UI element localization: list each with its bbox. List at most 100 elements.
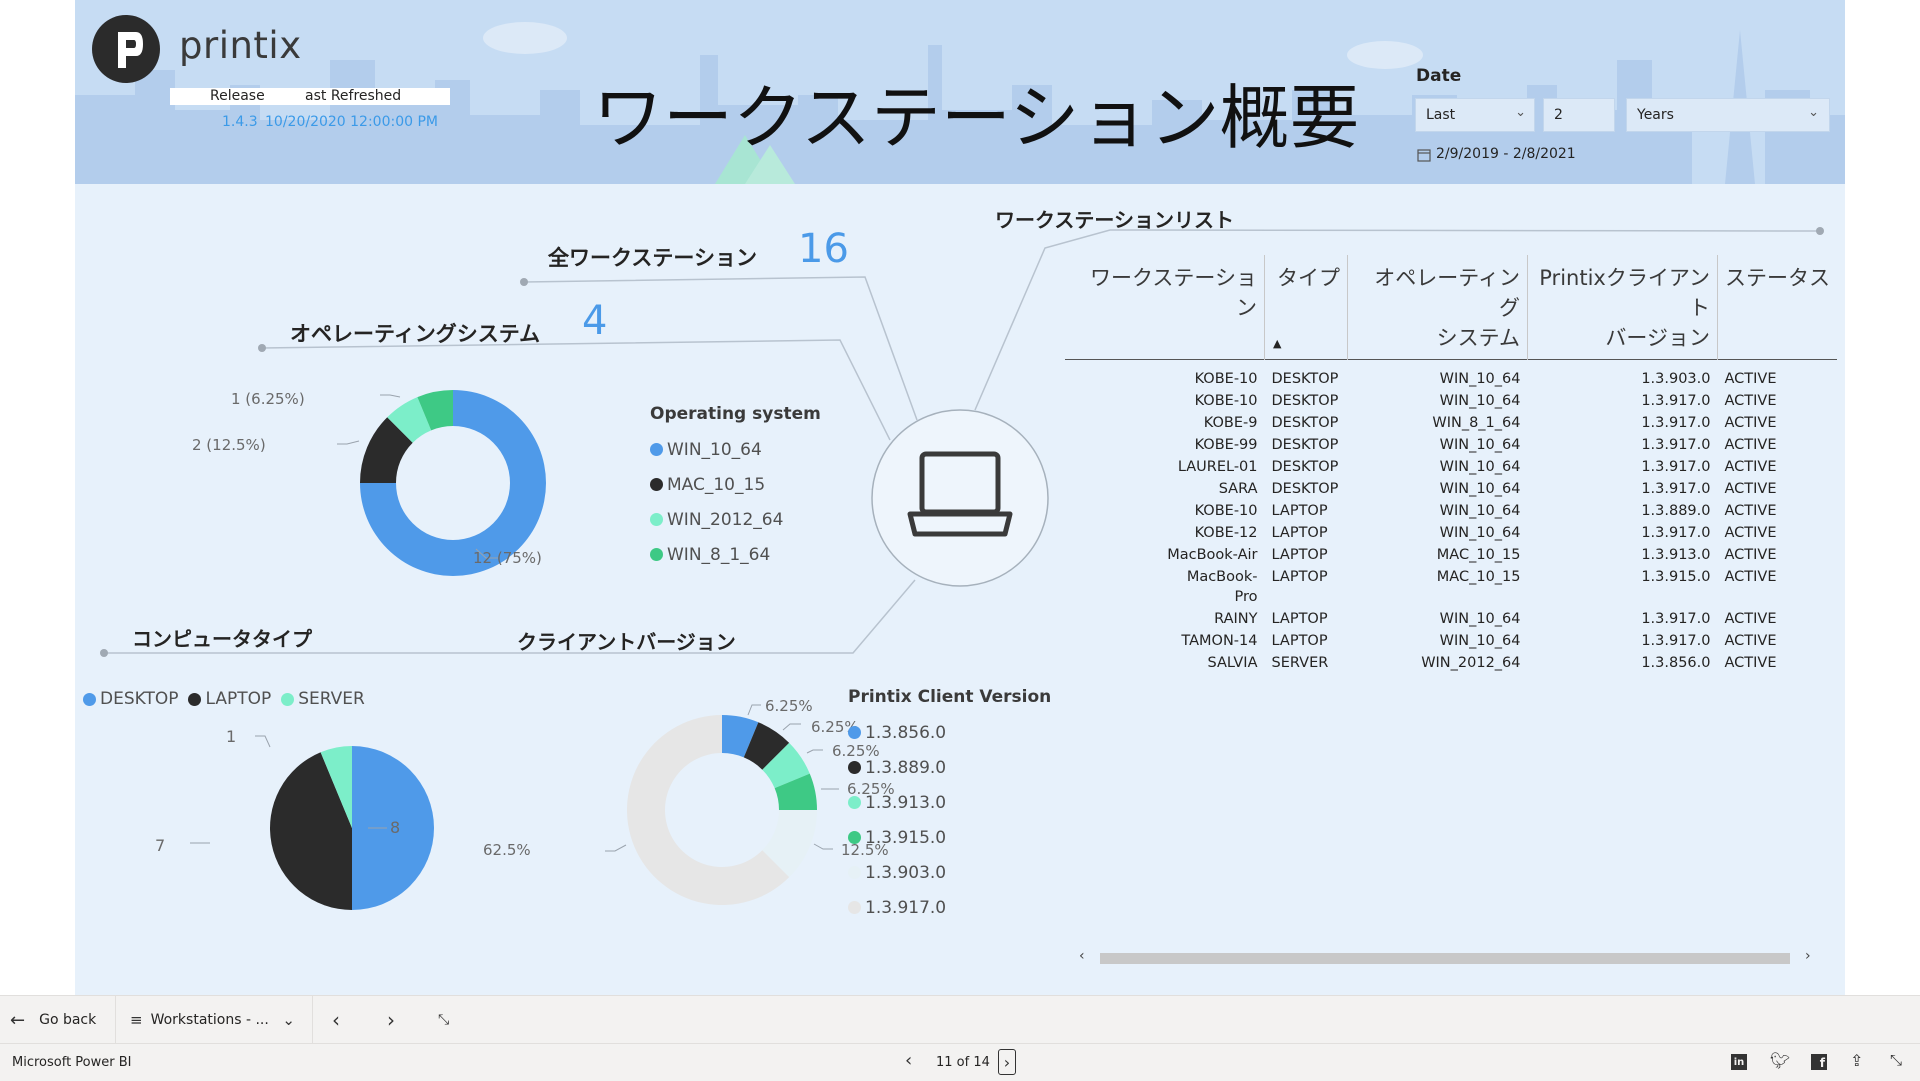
table-row[interactable]: KOBE-10 DESKTOP WIN_10_64 1.3.917.0 ACTIVE [1065,390,1837,412]
page-selector-dropdown[interactable]: ≡ Workstations - ... ⌄ [130,996,295,1044]
report-navigation-bar: ← Go back ≡ Workstations - ... ⌄ ‹ › ⤡ [0,995,1920,1044]
laptop-icon [907,451,1013,537]
workstation-table-container: ワークステーション タイプ ▲ オペレーティング システム Printixクライア… [1065,255,1840,955]
table-row[interactable]: KOBE-9 DESKTOP WIN_8_1_64 1.3.917.0 ACTIVE [1065,412,1837,434]
version-legend-item[interactable]: 1.3.917.0 [848,890,946,925]
table-row[interactable]: LAUREL-01 DESKTOP WIN_10_64 1.3.917.0 ACTIVE [1065,456,1837,478]
type-label-laptop: 7 [155,836,166,855]
legend-dot-icon [848,796,861,809]
section-workstation-list-label: ワークステーションリスト [995,208,1234,232]
legend-dot-icon [188,692,202,706]
exit-fullscreen-icon[interactable]: ⤡ [1890,1051,1902,1069]
kpi-all-workstations-label: 全ワークステーション [548,246,757,270]
report-canvas: printix Release ast Refreshed 1.4.3 10/2… [75,0,1845,995]
column-header-workstation[interactable]: ワークステーション [1065,255,1265,360]
scroll-left-icon[interactable]: ‹ [1079,948,1085,964]
table-row[interactable]: KOBE-10 LAPTOP WIN_10_64 1.3.889.0 ACTIVE [1065,500,1837,522]
collapse-icon: ⤡ [438,1012,450,1028]
exit-fullscreen-button[interactable]: ⤡ [438,996,449,1044]
app-name-label: Microsoft Power BI [12,1055,132,1070]
twitter-icon[interactable]: 🐦︎ [1770,1051,1790,1070]
legend-dot-icon [650,513,663,526]
chevron-left-icon: ‹ [905,1050,913,1071]
kpi-all-workstations-value: 16 [798,226,849,272]
type-legend: DESKTOP LAPTOP SERVER [83,689,365,709]
column-header-version[interactable]: Printixクライアント バージョン [1527,255,1718,360]
version-legend-item[interactable]: 1.3.915.0 [848,820,946,855]
column-header-os[interactable]: オペレーティング システム [1347,255,1528,360]
table-horizontal-scrollbar[interactable]: ‹ › [1075,948,1835,968]
os-legend-item[interactable]: WIN_8_1_64 [650,537,783,572]
legend-dot-icon [848,831,861,844]
next-page-button[interactable]: › [387,996,395,1044]
legend-dot-icon [848,901,861,914]
legend-dot-icon [650,548,663,561]
os-label-win2012: 1 (6.25%) [231,390,305,408]
kpi-os-value: 4 [582,298,608,344]
workstation-table: ワークステーション タイプ ▲ オペレーティング システム Printixクライア… [1065,255,1837,674]
table-row[interactable]: MacBook-Air LAPTOP MAC_10_15 1.3.913.0 ACTIV… [1065,544,1837,566]
type-pie-slices [270,746,434,910]
linkedin-icon[interactable]: in [1731,1054,1747,1070]
table-header-row: ワークステーション タイプ ▲ オペレーティング システム Printixクライア… [1065,255,1837,360]
legend-dot-icon [848,866,861,879]
version-label-856: 6.25% [765,697,813,715]
status-next-page-button[interactable]: › [998,1049,1016,1075]
type-legend-item[interactable]: LAPTOP [188,689,271,709]
os-label-mac: 2 (12.5%) [192,436,266,454]
os-legend-item[interactable]: MAC_10_15 [650,467,783,502]
section-computer-type-label: コンピュータタイプ [132,627,312,651]
table-row[interactable]: KOBE-12 LAPTOP WIN_10_64 1.3.917.0 ACTIVE [1065,522,1837,544]
list-icon: ≡ [130,1011,143,1029]
legend-dot-icon [650,443,663,456]
legend-dot-icon [650,478,663,491]
version-legend: 1.3.856.0 1.3.889.0 1.3.913.0 1.3.915.0 … [848,715,946,925]
table-row[interactable]: KOBE-99 DESKTOP WIN_10_64 1.3.917.0 ACTIVE [1065,434,1837,456]
facebook-icon[interactable]: f [1811,1054,1827,1070]
chevron-right-icon: › [1003,1052,1011,1072]
scrollbar-thumb[interactable] [1100,953,1790,964]
column-header-type[interactable]: タイプ ▲ [1264,255,1348,360]
os-label-win10: 12 (75%) [473,549,542,567]
version-label-917: 62.5% [483,841,531,859]
legend-dot-icon [83,692,96,706]
chevron-right-icon: › [387,1008,395,1032]
legend-dot-icon [848,761,861,774]
version-legend-title: Printix Client Version [848,687,1052,707]
type-pie-chart [190,735,434,910]
type-label-desktop: 8 [390,818,401,837]
page-indicator: 11 of 14 [936,1055,990,1070]
version-legend-item[interactable]: 1.3.913.0 [848,785,946,820]
previous-page-button[interactable]: ‹ [332,996,340,1044]
version-legend-item[interactable]: 1.3.889.0 [848,750,946,785]
version-legend-item[interactable]: 1.3.856.0 [848,715,946,750]
arrow-left-icon: ← [10,1009,26,1031]
table-row[interactable]: MacBook-Pro LAPTOP MAC_10_15 1.3.915.0 ACTIV… [1065,566,1837,608]
column-header-status[interactable]: ステータス [1718,255,1838,360]
legend-dot-icon [848,726,861,739]
share-icon[interactable]: ⇪ [1850,1051,1863,1070]
os-legend-title: Operating system [650,404,821,424]
os-legend: WIN_10_64 MAC_10_15 WIN_2012_64 WIN_8_1_… [650,432,783,572]
version-legend-item[interactable]: 1.3.903.0 [848,855,946,890]
type-legend-item[interactable]: DESKTOP [83,689,178,709]
type-label-server: 1 [226,727,237,746]
sort-ascending-icon: ▲ [1273,337,1282,350]
type-legend-item[interactable]: SERVER [281,689,365,709]
table-row[interactable]: SALVIA SERVER WIN_2012_64 1.3.856.0 ACTIVE [1065,652,1837,674]
section-client-version-label: クライアントバージョン [517,630,736,654]
version-donut-slices [627,715,817,905]
chevron-left-icon: ‹ [332,1008,340,1032]
chevron-down-icon: ⌄ [282,1011,295,1029]
table-row[interactable]: SARA DESKTOP WIN_10_64 1.3.917.0 ACTIVE [1065,478,1837,500]
status-bar: Microsoft Power BI ‹ 11 of 14 › in 🐦︎ f … [0,1043,1920,1081]
go-back-button[interactable]: ← Go back [10,996,96,1044]
status-prev-page-button[interactable]: ‹ [905,1050,912,1071]
kpi-os-label: オペレーティングシステム [290,322,541,346]
table-row[interactable]: KOBE-10 DESKTOP WIN_10_64 1.3.903.0 ACTIVE [1065,368,1837,390]
table-row[interactable]: TAMON-14 LAPTOP WIN_10_64 1.3.917.0 ACTIVE [1065,630,1837,652]
os-legend-item[interactable]: WIN_2012_64 [650,502,783,537]
scroll-right-icon[interactable]: › [1805,948,1811,964]
table-row[interactable]: RAINY LAPTOP WIN_10_64 1.3.917.0 ACTIVE [1065,608,1837,630]
os-legend-item[interactable]: WIN_10_64 [650,432,783,467]
